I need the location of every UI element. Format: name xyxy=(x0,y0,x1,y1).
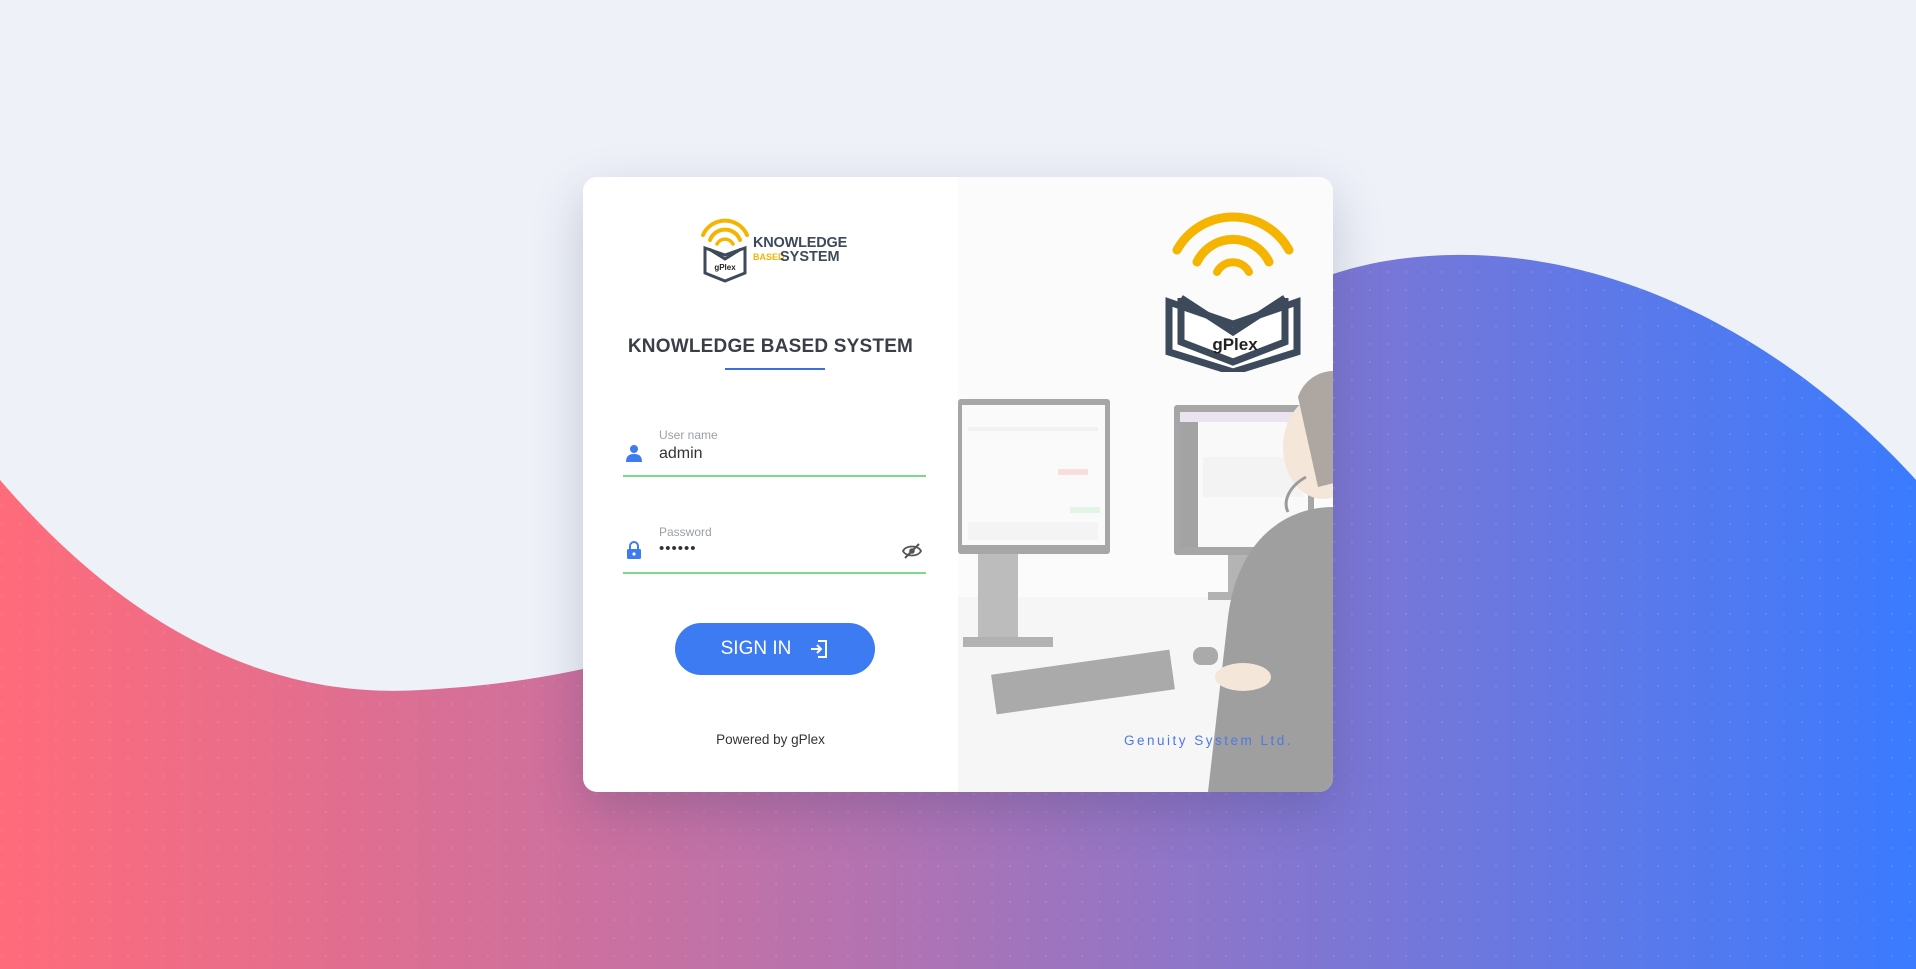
svg-text:gPlex: gPlex xyxy=(714,263,736,272)
username-field[interactable]: User name admin xyxy=(623,417,926,477)
sign-in-icon xyxy=(811,640,828,658)
user-icon xyxy=(626,445,642,462)
eye-off-icon[interactable] xyxy=(902,542,922,560)
password-input[interactable]: •••••• xyxy=(659,540,697,557)
password-label: Password xyxy=(659,525,712,539)
brand-logo: gPlex KNOWLEDGE BASED SYSTEM xyxy=(697,215,847,283)
company-name: Genuity System Ltd. xyxy=(1123,733,1293,748)
book-wifi-logo-large-icon: gPlex xyxy=(1165,212,1301,376)
title-underline xyxy=(725,368,825,370)
sign-in-label: SIGN IN xyxy=(720,638,792,659)
brand-logo-large: gPlex xyxy=(1163,212,1303,376)
login-card: gPlex KNOWLEDGE BASED SYSTEM KNOWLEDGE B… xyxy=(583,177,1333,792)
logo-text-system: SYSTEM xyxy=(780,249,840,265)
page-title: KNOWLEDGE BASED SYSTEM xyxy=(627,336,914,357)
username-label: User name xyxy=(659,428,718,442)
sign-in-button[interactable]: SIGN IN xyxy=(675,623,875,675)
lock-icon xyxy=(627,541,641,559)
book-wifi-logo-icon: gPlex xyxy=(701,218,749,283)
password-field[interactable]: Password •••••• xyxy=(623,514,926,574)
username-input[interactable]: admin xyxy=(659,445,703,463)
powered-by-text: Powered by gPlex xyxy=(716,732,825,747)
svg-text:gPlex: gPlex xyxy=(1212,335,1258,354)
login-pane: gPlex KNOWLEDGE BASED SYSTEM KNOWLEDGE B… xyxy=(583,177,958,792)
